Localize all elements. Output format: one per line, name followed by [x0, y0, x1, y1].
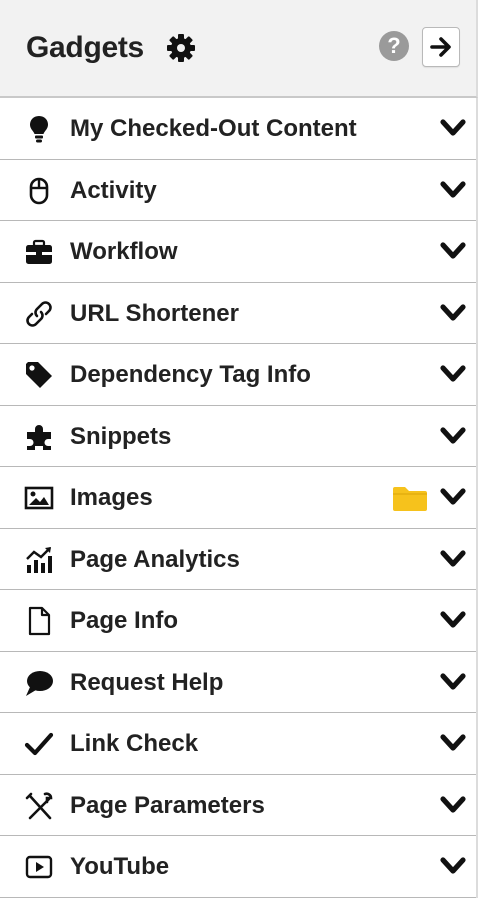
gadget-item-my-checked-out-content[interactable]: My Checked-Out Content: [0, 98, 476, 160]
puzzle-icon: [24, 422, 54, 452]
gadget-item-dependency-tag-info[interactable]: Dependency Tag Info: [0, 344, 476, 406]
gadget-list: My Checked-Out Content Activity Workflow UR…: [0, 98, 478, 898]
help-button-label: ?: [387, 33, 401, 58]
tag-icon: [24, 360, 54, 390]
gadget-label: My Checked-Out Content: [70, 115, 357, 142]
gadget-label: Link Check: [70, 730, 199, 757]
gadget-label: URL Shortener: [70, 299, 239, 327]
gadget-item-request-help[interactable]: Request Help: [0, 651, 476, 713]
gadget-item-page-parameters[interactable]: Page Parameters: [0, 774, 476, 836]
chart-icon: [24, 545, 54, 575]
gadget-item-page-analytics[interactable]: Page Analytics: [0, 528, 476, 590]
chevron-down-icon[interactable]: [440, 487, 466, 509]
gadget-item-activity[interactable]: Activity: [0, 159, 476, 221]
chevron-down-icon[interactable]: [440, 180, 466, 202]
arrow-right-icon: [430, 37, 451, 57]
gadget-item-url-shortener[interactable]: URL Shortener: [0, 282, 476, 344]
gadget-item-link-check[interactable]: Link Check: [0, 713, 476, 775]
help-button[interactable]: ?: [379, 31, 409, 61]
tools-icon: [24, 791, 54, 821]
play-icon: [24, 852, 54, 882]
chevron-down-icon[interactable]: [440, 303, 466, 325]
gear-icon[interactable]: [164, 31, 198, 65]
gadget-label: Snippets: [70, 422, 172, 450]
file-icon: [24, 606, 54, 636]
briefcase-icon: [24, 237, 54, 267]
gadget-label: Workflow: [70, 238, 178, 265]
gadget-item-youtube[interactable]: YouTube: [0, 836, 476, 898]
gadget-label: YouTube: [70, 853, 170, 880]
gadget-item-snippets[interactable]: Snippets: [0, 405, 476, 467]
chevron-down-icon[interactable]: [440, 856, 466, 878]
chevron-down-icon[interactable]: [440, 795, 466, 817]
gadget-item-images[interactable]: Images: [0, 467, 476, 529]
collapse-panel-button[interactable]: [422, 27, 460, 67]
gadget-label: Request Help: [70, 668, 224, 696]
image-icon: [24, 483, 54, 513]
gadget-label: Page Parameters: [70, 791, 265, 819]
gadget-label: Images: [70, 484, 153, 511]
chevron-down-icon[interactable]: [440, 426, 466, 448]
chevron-down-icon[interactable]: [440, 118, 466, 140]
gadget-label: Page Analytics: [70, 545, 240, 573]
chevron-down-icon[interactable]: [440, 364, 466, 386]
gadgets-panel: Gadgets ? My Checked-Out Content Activit…: [0, 0, 478, 898]
panel-title: Gadgets: [26, 31, 144, 64]
chevron-down-icon[interactable]: [440, 549, 466, 571]
gadget-item-page-info[interactable]: Page Info: [0, 590, 476, 652]
chevron-down-icon[interactable]: [440, 610, 466, 632]
link-icon: [24, 299, 54, 329]
folder-icon[interactable]: [391, 485, 429, 513]
chevron-down-icon[interactable]: [440, 733, 466, 755]
gadget-label: Activity: [70, 176, 157, 204]
checkmark-icon: [24, 729, 54, 759]
chevron-down-icon[interactable]: [440, 672, 466, 694]
chevron-down-icon[interactable]: [440, 241, 466, 263]
gadget-label: Page Info: [70, 607, 179, 634]
gadget-label: Dependency Tag Info: [70, 361, 311, 388]
mouse-icon: [24, 176, 54, 206]
gadget-item-workflow[interactable]: Workflow: [0, 221, 476, 283]
gadgets-header: Gadgets ?: [0, 0, 478, 98]
lightbulb-icon: [24, 114, 54, 144]
speech-bubble-icon: [24, 668, 54, 698]
